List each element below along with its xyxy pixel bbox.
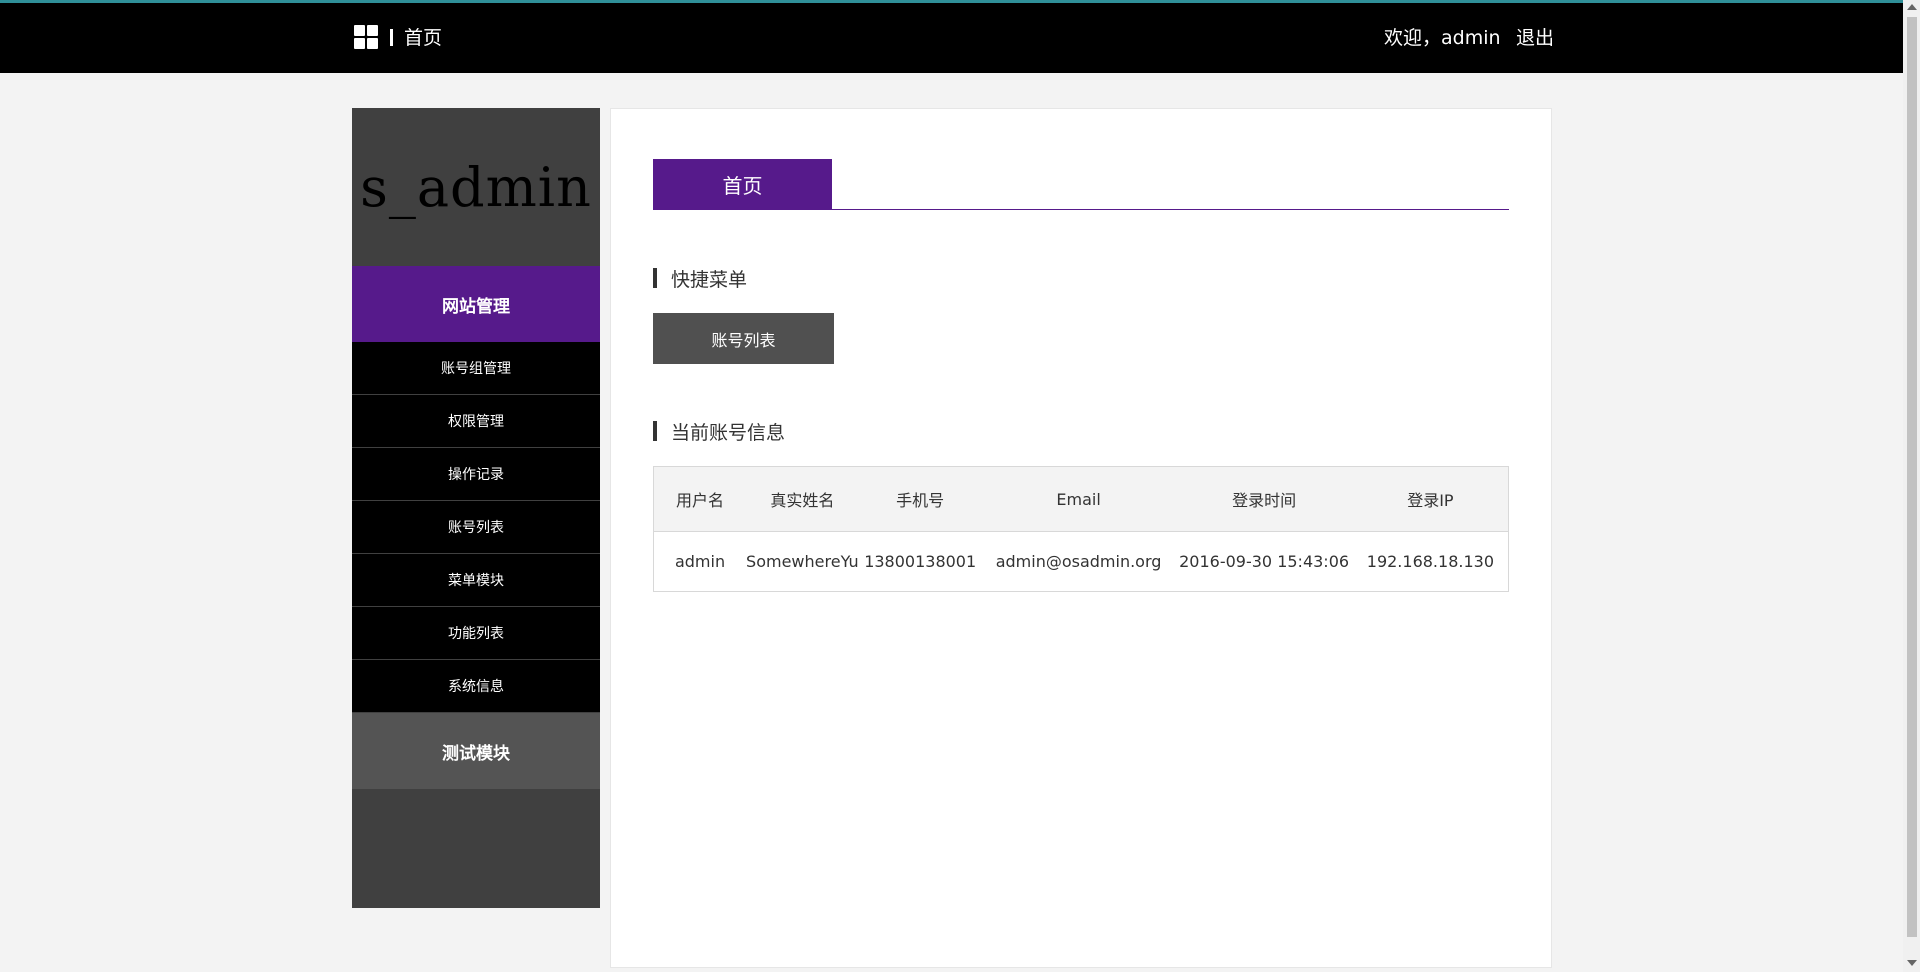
account-info-heading: 当前账号信息 bbox=[653, 418, 785, 444]
separator-bar bbox=[390, 29, 393, 46]
sidebar-item-permissions[interactable]: 权限管理 bbox=[352, 395, 600, 448]
tab-bar: 首页 bbox=[653, 159, 1509, 210]
sidebar-group-test-module[interactable]: 测试模块 bbox=[352, 713, 600, 789]
column-header-username: 用户名 bbox=[653, 466, 747, 532]
quick-menu-heading: 快捷菜单 bbox=[653, 265, 747, 291]
sidebar-item-system-info[interactable]: 系统信息 bbox=[352, 660, 600, 713]
sidebar-item-account-groups[interactable]: 账号组管理 bbox=[352, 342, 600, 395]
sidebar-group-site-management[interactable]: 网站管理 bbox=[352, 266, 600, 342]
cell-login-time: 2016-09-30 15:43:06 bbox=[1179, 552, 1350, 571]
sidebar-item-operation-log[interactable]: 操作记录 bbox=[352, 448, 600, 501]
sidebar-item-menu-modules[interactable]: 菜单模块 bbox=[352, 554, 600, 607]
grid-icon[interactable] bbox=[354, 25, 379, 50]
account-info-title: 当前账号信息 bbox=[671, 421, 786, 444]
top-navbar-inner: 首页 欢迎，admin 退出 bbox=[352, 3, 1554, 73]
cell-login-ip: 192.168.18.130 bbox=[1366, 552, 1494, 571]
column-header-email: Email bbox=[981, 466, 1176, 532]
scroll-up-icon[interactable] bbox=[1907, 4, 1917, 10]
table-header-row: 用户名 真实姓名 手机号 Email 登录时间 登录IP bbox=[653, 466, 1509, 532]
sidebar-item-account-list[interactable]: 账号列表 bbox=[352, 501, 600, 554]
quick-menu-title: 快捷菜单 bbox=[671, 268, 748, 291]
column-header-phone: 手机号 bbox=[858, 466, 982, 532]
home-link[interactable]: 首页 bbox=[404, 25, 442, 51]
main-panel: 首页 快捷菜单 账号列表 当前账号信息 用户名 真实姓名 手机号 Email 登… bbox=[610, 108, 1552, 968]
column-header-realname: 真实姓名 bbox=[746, 466, 859, 532]
scroll-thumb[interactable] bbox=[1907, 17, 1917, 937]
sidebar: s_admin 网站管理 账号组管理 权限管理 操作记录 账号列表 菜单模块 功… bbox=[352, 108, 600, 908]
top-navbar: 首页 欢迎，admin 退出 bbox=[0, 3, 1903, 73]
logout-link[interactable]: 退出 bbox=[1516, 25, 1554, 51]
heading-bar bbox=[653, 268, 657, 288]
heading-bar bbox=[653, 421, 657, 441]
scroll-down-icon[interactable] bbox=[1907, 960, 1917, 966]
cell-email: admin@osadmin.org bbox=[995, 552, 1162, 571]
cell-username: admin bbox=[674, 552, 726, 571]
column-header-login-time: 登录时间 bbox=[1175, 466, 1353, 532]
welcome-text: 欢迎，admin bbox=[1384, 27, 1501, 49]
quick-account-list-button[interactable]: 账号列表 bbox=[653, 313, 834, 364]
table-row: admin SomewhereYu 13800138001 admin@osad… bbox=[654, 532, 1509, 592]
cell-phone: 13800138001 bbox=[864, 552, 977, 571]
cell-realname: SomewhereYu bbox=[746, 552, 859, 571]
column-header-login-ip: 登录IP bbox=[1352, 466, 1509, 532]
tab-home[interactable]: 首页 bbox=[653, 159, 832, 210]
sidebar-item-function-list[interactable]: 功能列表 bbox=[352, 607, 600, 660]
vertical-scrollbar[interactable] bbox=[1903, 0, 1920, 972]
brand-logo: s_admin bbox=[360, 155, 592, 219]
account-info-table: 用户名 真实姓名 手机号 Email 登录时间 登录IP admin Somew… bbox=[653, 466, 1509, 592]
